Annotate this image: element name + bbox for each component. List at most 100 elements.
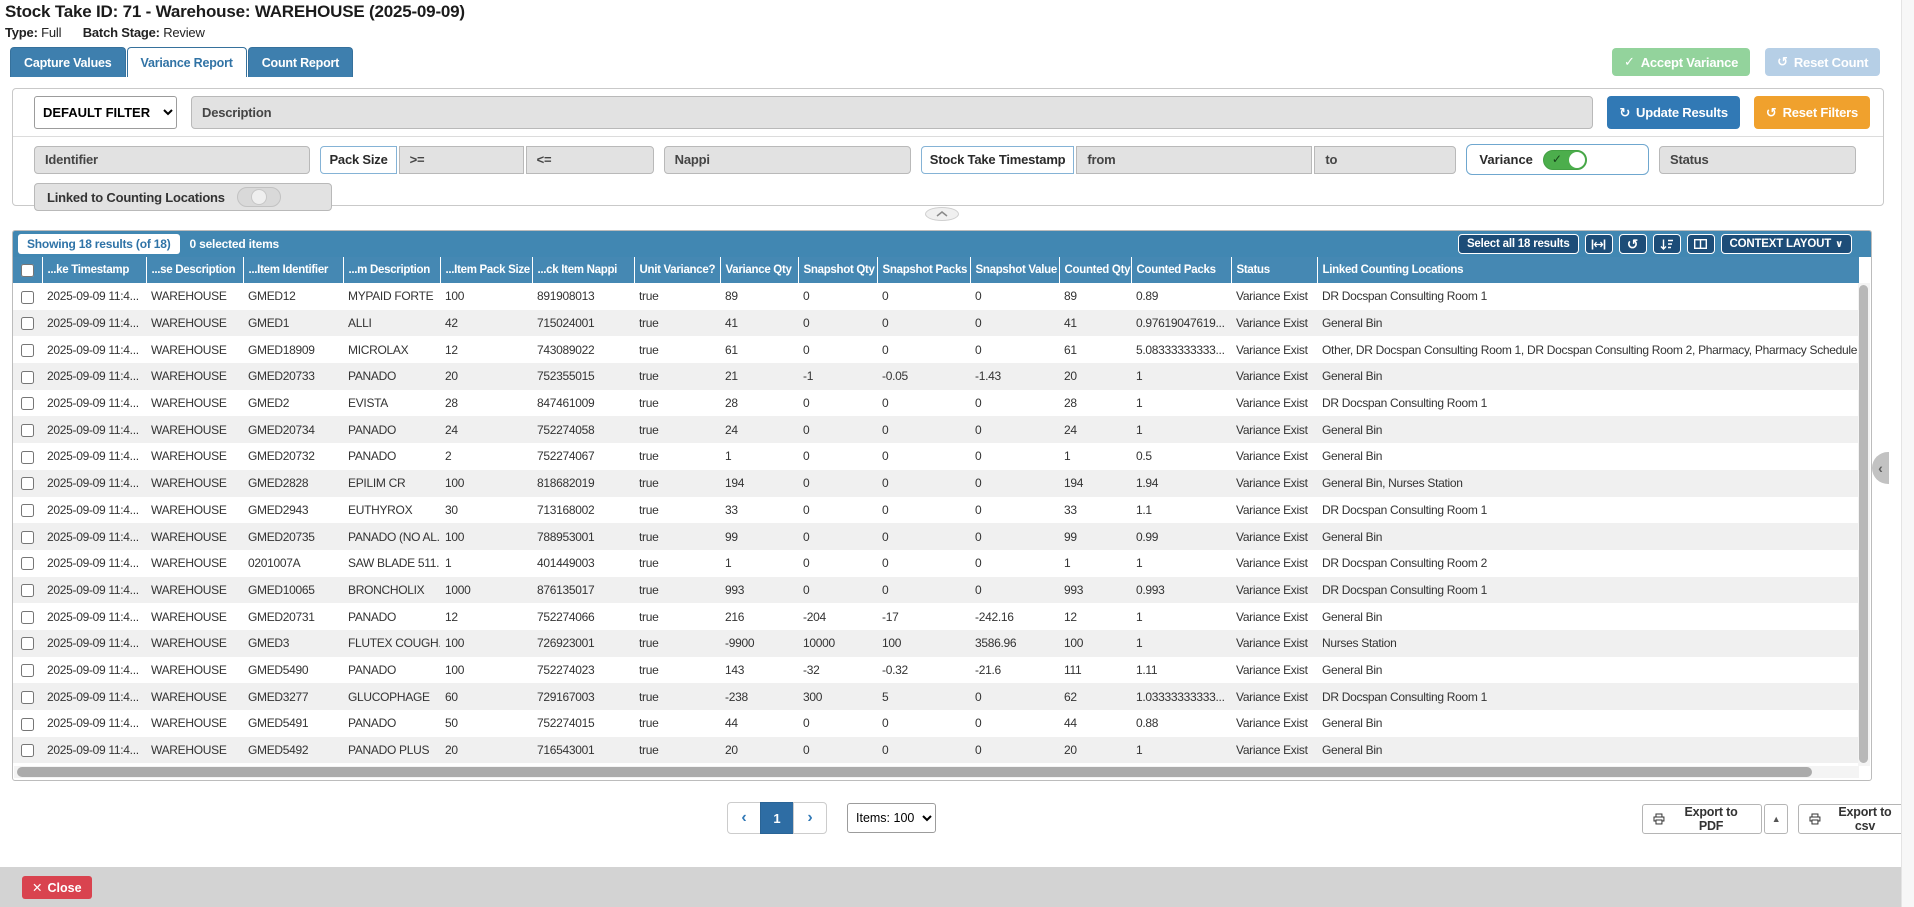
collapse-filters-handle[interactable] [925, 207, 959, 221]
status-input[interactable] [1659, 146, 1856, 174]
table-row[interactable]: 2025-09-09 11:4...WAREHOUSEGMED5492PANAD… [13, 737, 1859, 764]
table-row[interactable]: 2025-09-09 11:4...WAREHOUSEGMED2828EPILI… [13, 470, 1859, 497]
page-1-button[interactable]: 1 [760, 802, 794, 834]
page-scrollbar-track[interactable] [1901, 0, 1914, 907]
row-checkbox[interactable] [21, 344, 34, 357]
cell-item-pack-size: 100 [440, 470, 532, 497]
column-header-timestamp[interactable]: ...ke Timestamp [42, 257, 146, 283]
table-row[interactable]: 2025-09-09 11:4...WAREHOUSEGMED5490PANAD… [13, 657, 1859, 684]
cell-unit-variance: true [634, 336, 720, 363]
column-header-item-description[interactable]: ...m Description [343, 257, 440, 283]
row-checkbox[interactable] [21, 291, 34, 304]
row-checkbox[interactable] [21, 744, 34, 757]
row-checkbox[interactable] [21, 584, 34, 597]
close-button[interactable]: ✕ Close [22, 876, 92, 899]
row-checkbox[interactable] [21, 691, 34, 704]
cell-timestamp: 2025-09-09 11:4... [42, 390, 146, 417]
row-checkbox[interactable] [21, 718, 34, 731]
items-per-page-select[interactable]: Items: 100 [847, 803, 936, 833]
row-checkbox[interactable] [21, 397, 34, 410]
sort-button[interactable] [1653, 234, 1681, 254]
horizontal-scrollbar[interactable] [14, 766, 1859, 778]
reset-grid-button[interactable]: ↺ [1619, 234, 1647, 254]
table-row[interactable]: 2025-09-09 11:4...WAREHOUSEGMED3277GLUCO… [13, 683, 1859, 710]
timestamp-to-input[interactable] [1314, 146, 1456, 174]
row-checkbox[interactable] [21, 477, 34, 490]
column-header-item-nappi[interactable]: ...ck Item Nappi [532, 257, 634, 283]
tab-capture-values[interactable]: Capture Values [10, 47, 126, 77]
select-all-button[interactable]: Select all 18 results [1458, 234, 1579, 254]
side-panel-toggle[interactable]: ‹ [1872, 452, 1889, 484]
timestamp-from-input[interactable] [1076, 146, 1312, 174]
column-header-item-pack-size[interactable]: ...Item Pack Size [440, 257, 532, 283]
cell-snapshot-qty: 0 [798, 523, 877, 550]
export-pdf-button[interactable]: Export to PDF [1642, 804, 1762, 834]
table-row[interactable]: 2025-09-09 11:4...WAREHOUSEGMED2943EUTHY… [13, 497, 1859, 524]
update-results-button[interactable]: ↻ Update Results [1607, 96, 1740, 129]
row-checkbox[interactable] [21, 531, 34, 544]
table-row[interactable]: 2025-09-09 11:4...WAREHOUSEGMED3FLUTEX C… [13, 630, 1859, 657]
context-layout-dropdown[interactable]: CONTEXT LAYOUT ∨ [1721, 234, 1852, 254]
row-checkbox[interactable] [21, 504, 34, 517]
linked-locations-toggle[interactable] [237, 187, 281, 207]
cell-status: Variance Exist [1231, 363, 1317, 390]
variance-toggle[interactable]: ✓ [1543, 150, 1587, 170]
description-input[interactable] [191, 96, 1593, 129]
row-checkbox[interactable] [21, 317, 34, 330]
table-row[interactable]: 2025-09-09 11:4...WAREHOUSEGMED2EVISTA28… [13, 390, 1859, 417]
table-row[interactable]: 2025-09-09 11:4...WAREHOUSE0201007ASAW B… [13, 550, 1859, 577]
column-header-unit-variance[interactable]: Unit Variance? [634, 257, 720, 283]
column-header-variance-qty[interactable]: Variance Qty [720, 257, 798, 283]
table-row[interactable]: 2025-09-09 11:4...WAREHOUSEGMED18909MICR… [13, 336, 1859, 363]
row-checkbox[interactable] [21, 637, 34, 650]
table-row[interactable]: 2025-09-09 11:4...WAREHOUSEGMED20735PANA… [13, 523, 1859, 550]
column-header-counted-packs[interactable]: Counted Packs [1131, 257, 1231, 283]
vertical-scrollbar-thumb[interactable] [1859, 285, 1868, 763]
select-all-checkbox[interactable] [21, 264, 34, 277]
identifier-input[interactable] [34, 146, 310, 174]
tab-count-report[interactable]: Count Report [248, 47, 353, 77]
row-checkbox[interactable] [21, 451, 34, 464]
pack-size-max-input[interactable] [526, 146, 654, 174]
tab-variance-report[interactable]: Variance Report [127, 47, 247, 77]
row-checkbox[interactable] [21, 371, 34, 384]
table-row[interactable]: 2025-09-09 11:4...WAREHOUSEGMED5491PANAD… [13, 710, 1859, 737]
column-header-snapshot-value[interactable]: Snapshot Value [970, 257, 1059, 283]
cell-variance-qty: 1 [720, 550, 798, 577]
column-header-item-identifier[interactable]: ...Item Identifier [243, 257, 343, 283]
table-row[interactable]: 2025-09-09 11:4...WAREHOUSEGMED12MYPAID … [13, 283, 1859, 310]
columns-button[interactable] [1687, 234, 1715, 254]
row-checkbox[interactable] [21, 424, 34, 437]
results-count-tab[interactable]: Showing 18 results (of 18) [18, 234, 180, 254]
table-row[interactable]: 2025-09-09 11:4...WAREHOUSEGMED20732PANA… [13, 443, 1859, 470]
vertical-scrollbar[interactable] [1858, 283, 1870, 766]
fit-columns-button[interactable] [1585, 234, 1613, 254]
cell-counted-qty: 89 [1059, 283, 1131, 310]
reset-filters-button[interactable]: ↺ Reset Filters [1754, 96, 1870, 129]
table-row[interactable]: 2025-09-09 11:4...WAREHOUSEGMED10065BRON… [13, 577, 1859, 604]
row-checkbox[interactable] [21, 664, 34, 677]
nappi-input[interactable] [664, 146, 911, 174]
table-row[interactable]: 2025-09-09 11:4...WAREHOUSEGMED20733PANA… [13, 363, 1859, 390]
preset-filter-select[interactable]: DEFAULT FILTER [34, 96, 177, 129]
column-header-snapshot-qty[interactable]: Snapshot Qty [798, 257, 877, 283]
column-header-linked-counting-locations[interactable]: Linked Counting Locations [1317, 257, 1859, 283]
next-page-button[interactable]: › [793, 802, 827, 834]
pack-size-min-input[interactable] [399, 146, 524, 174]
column-header-status[interactable]: Status [1231, 257, 1317, 283]
horizontal-scrollbar-thumb[interactable] [17, 767, 1812, 777]
table-row[interactable]: 2025-09-09 11:4...WAREHOUSEGMED20731PANA… [13, 603, 1859, 630]
row-checkbox[interactable] [21, 611, 34, 624]
table-row[interactable]: 2025-09-09 11:4...WAREHOUSEGMED20734PANA… [13, 416, 1859, 443]
table-row[interactable]: 2025-09-09 11:4...WAREHOUSEGMED1ALLI4271… [13, 310, 1859, 337]
export-csv-button[interactable]: Export to csv [1798, 804, 1914, 834]
column-header-snapshot-packs[interactable]: Snapshot Packs [877, 257, 970, 283]
accept-variance-button[interactable]: ✓ Accept Variance [1612, 48, 1750, 76]
export-pdf-options-button[interactable]: ▲ [1764, 804, 1788, 834]
prev-page-button[interactable]: ‹ [727, 802, 761, 834]
column-header-counted-qty[interactable]: Counted Qty [1059, 257, 1131, 283]
row-checkbox[interactable] [21, 557, 34, 570]
cell-snapshot-value: 0 [970, 737, 1059, 764]
column-header-warehouse-description[interactable]: ...se Description [146, 257, 243, 283]
reset-count-button[interactable]: ↺ Reset Count [1765, 48, 1880, 76]
